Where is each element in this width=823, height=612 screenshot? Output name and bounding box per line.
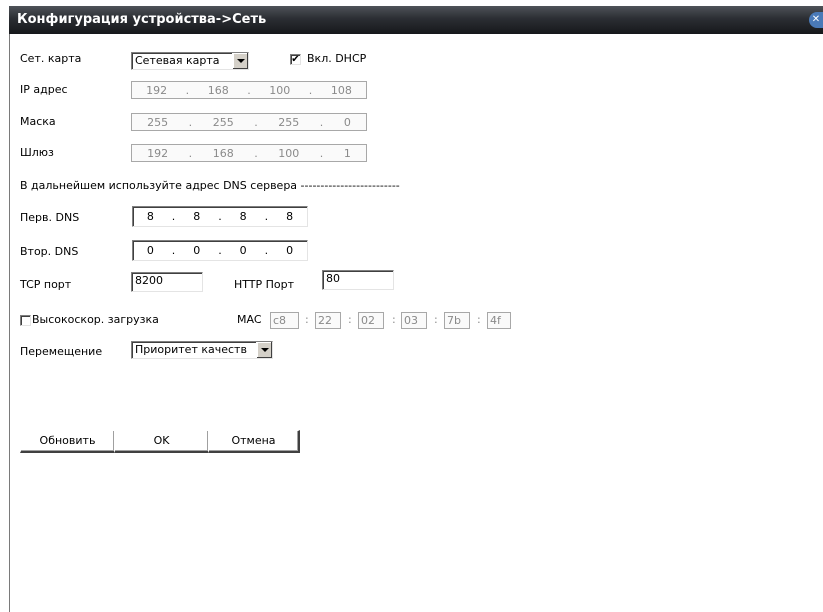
- ip-field[interactable]: 192. 168. 100. 108: [131, 81, 367, 99]
- mac-separator: :: [477, 313, 481, 326]
- mac-label: MAC: [237, 313, 262, 326]
- dhcp-label: Вкл. DHCP: [307, 52, 367, 65]
- ip-dot: .: [185, 83, 190, 97]
- dns1-dot: .: [218, 210, 222, 223]
- title-bar: Конфигурация устройства->Сеть ✕: [9, 6, 823, 34]
- dns1-octet: 8: [239, 210, 247, 223]
- mac-octet-3[interactable]: 02: [358, 312, 384, 329]
- transfer-select[interactable]: Приоритет качеств: [131, 341, 273, 359]
- dhcp-checkbox[interactable]: ✔: [290, 54, 301, 65]
- mac-octet-4[interactable]: 03: [401, 312, 427, 329]
- gateway-dot: .: [188, 146, 193, 160]
- cancel-button[interactable]: Отмена: [208, 430, 300, 453]
- mac-octet-1[interactable]: c8: [270, 312, 299, 329]
- dns2-octet: 0: [146, 244, 154, 257]
- mac-octet-6[interactable]: 4f: [487, 312, 511, 329]
- ok-button[interactable]: OK: [114, 430, 210, 453]
- ip-octet: 108: [330, 83, 352, 97]
- dns1-dot: .: [171, 210, 176, 223]
- dns-note: В дальнейшем используйте адрес DNS серве…: [20, 179, 400, 192]
- mask-dot: .: [188, 115, 193, 129]
- ip-label: IP адрес: [20, 83, 68, 96]
- ip-octet: 100: [269, 83, 291, 97]
- gateway-octet: 168: [212, 146, 234, 160]
- net-card-value: Сетевая карта: [135, 54, 220, 67]
- gateway-octet: 192: [147, 146, 169, 160]
- gateway-field[interactable]: 192. 168. 100. 1: [131, 144, 367, 162]
- http-port-label: HTTP Порт: [234, 278, 295, 291]
- dns2-dot: .: [264, 244, 269, 257]
- dns1-label: Перв. DNS: [20, 211, 80, 224]
- dns1-dot: .: [264, 210, 269, 223]
- mask-label: Маска: [20, 115, 56, 128]
- mask-octet: 255: [212, 115, 234, 129]
- dns1-octet: 8: [193, 210, 201, 223]
- net-card-select[interactable]: Сетевая карта: [131, 52, 249, 70]
- dns1-octet: 8: [146, 210, 154, 223]
- gateway-octet: 100: [278, 146, 300, 160]
- gateway-dot: .: [319, 146, 324, 160]
- ip-octet: 192: [146, 83, 168, 97]
- dns2-label: Втор. DNS: [20, 245, 79, 258]
- dns2-octet: 0: [193, 244, 201, 257]
- tcp-port-label: TCP порт: [20, 278, 72, 291]
- close-icon[interactable]: ✕: [809, 12, 823, 28]
- mask-dot: .: [254, 115, 258, 129]
- mac-separator: :: [348, 313, 352, 326]
- ip-dot: .: [308, 83, 313, 97]
- mask-octet: 0: [343, 115, 351, 129]
- window-title: Конфигурация устройства->Сеть: [17, 12, 267, 27]
- tcp-port-input[interactable]: 8200: [131, 272, 203, 292]
- http-port-input[interactable]: 80: [322, 270, 394, 290]
- mac-separator: :: [305, 313, 309, 326]
- transfer-value: Приоритет качеств: [135, 343, 247, 356]
- chevron-down-icon[interactable]: [256, 342, 272, 358]
- high-speed-download-checkbox[interactable]: [20, 315, 31, 326]
- mac-octet-2[interactable]: 22: [315, 312, 341, 329]
- mac-separator: :: [434, 313, 438, 326]
- dns2-octet: 0: [286, 244, 294, 257]
- dns1-field[interactable]: 8. 8. 8. 8: [132, 206, 308, 227]
- dns2-field[interactable]: 0. 0. 0. 0: [132, 240, 308, 261]
- dns2-octet: 0: [239, 244, 247, 257]
- transfer-label: Перемещение: [20, 345, 103, 358]
- settings-panel: Сет. карта Сетевая карта ✔ Вкл. DHCP IP …: [9, 34, 823, 612]
- ip-octet: 168: [207, 83, 229, 97]
- mac-octet-5[interactable]: 7b: [444, 312, 470, 329]
- chevron-down-icon[interactable]: [232, 53, 248, 69]
- mask-octet: 255: [147, 115, 169, 129]
- gateway-label: Шлюз: [20, 146, 54, 159]
- network-config-window: Конфигурация устройства->Сеть ✕ Сет. кар…: [0, 0, 823, 612]
- dns2-dot: .: [171, 244, 176, 257]
- ip-dot: .: [247, 83, 251, 97]
- mask-dot: .: [319, 115, 324, 129]
- mac-separator: :: [392, 313, 396, 326]
- dns1-octet: 8: [286, 210, 294, 223]
- net-card-label: Сет. карта: [20, 52, 82, 65]
- high-speed-download-label: Высокоскор. загрузка: [32, 313, 159, 326]
- gateway-dot: .: [254, 146, 258, 160]
- mask-field[interactable]: 255. 255. 255. 0: [131, 113, 367, 131]
- mask-octet: 255: [278, 115, 300, 129]
- dns2-dot: .: [218, 244, 222, 257]
- gateway-octet: 1: [343, 146, 351, 160]
- refresh-button[interactable]: Обновить: [20, 430, 116, 453]
